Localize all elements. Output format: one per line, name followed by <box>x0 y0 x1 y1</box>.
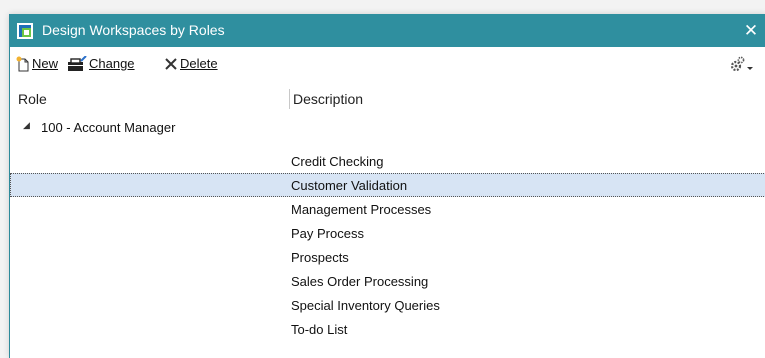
group-label: 100 - Account Manager <box>41 120 176 135</box>
delete-x-icon <box>165 58 177 70</box>
description-cell: To-do List <box>291 322 348 337</box>
column-header-description[interactable]: Description <box>293 91 363 107</box>
gear-icon <box>730 56 753 72</box>
app-icon <box>17 23 33 39</box>
collapse-triangle-icon[interactable]: ◢ <box>23 120 30 131</box>
table-row[interactable]: Special Inventory Queries <box>10 293 765 317</box>
table-row-selected[interactable]: Customer Validation <box>10 173 765 197</box>
table-row[interactable]: To-do List <box>10 317 765 341</box>
description-cell: Credit Checking <box>291 154 384 169</box>
table-row[interactable]: Prospects <box>10 245 765 269</box>
dialog-window: Design Workspaces by Roles ✕ New Change <box>9 14 765 358</box>
delete-button[interactable]: Delete <box>164 55 218 73</box>
column-divider[interactable] <box>289 89 290 109</box>
description-cell: Customer Validation <box>291 178 408 193</box>
change-button[interactable]: Change <box>67 55 135 73</box>
close-icon: ✕ <box>743 21 759 40</box>
column-header: Role Description <box>10 88 765 112</box>
description-cell: Sales Order Processing <box>291 274 429 289</box>
description-cell: Management Processes <box>291 202 432 217</box>
change-label: Change <box>89 56 135 71</box>
table-row[interactable]: Sales Order Processing <box>10 269 765 293</box>
window-title: Design Workspaces by Roles <box>42 22 225 38</box>
table-row[interactable]: Management Processes <box>10 197 765 221</box>
description-cell: Prospects <box>291 250 349 265</box>
column-header-role[interactable]: Role <box>18 91 47 107</box>
description-cell: Pay Process <box>291 226 364 241</box>
new-label: New <box>32 56 59 71</box>
new-document-icon <box>16 56 29 72</box>
change-icon <box>68 56 87 71</box>
description-cell: Special Inventory Queries <box>291 298 440 313</box>
table-row[interactable]: Credit Checking <box>10 149 765 173</box>
table-row[interactable]: Pay Process <box>10 221 765 245</box>
toolbar: New Change Delete <box>10 47 765 77</box>
delete-label: Delete <box>180 56 218 71</box>
close-button[interactable]: ✕ <box>736 14 765 47</box>
settings-button[interactable] <box>728 55 754 73</box>
new-button[interactable]: New <box>16 55 58 73</box>
title-bar[interactable]: Design Workspaces by Roles ✕ <box>10 14 765 47</box>
